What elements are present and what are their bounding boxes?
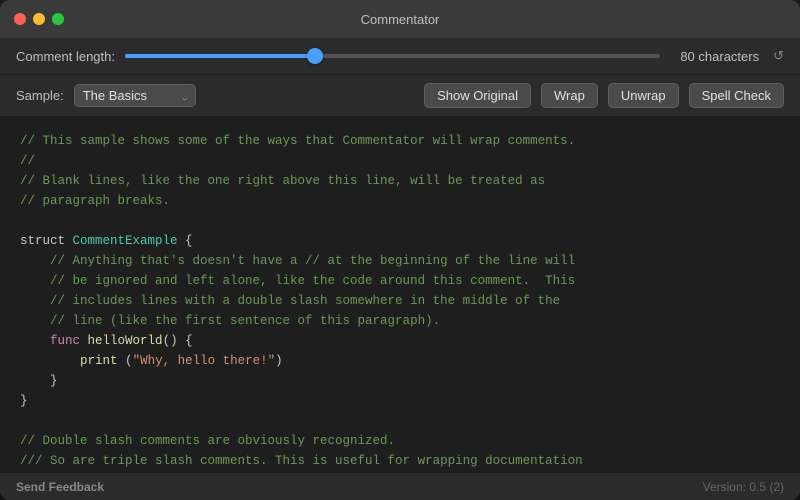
code-area: // This sample shows some of the ways th… bbox=[0, 117, 800, 472]
sample-select-wrapper: The Basics Documentation Edge Cases bbox=[74, 84, 196, 107]
char-count-label: 80 characters bbox=[680, 49, 759, 64]
comment-length-label: Comment length: bbox=[16, 49, 115, 64]
wrap-button[interactable]: Wrap bbox=[541, 83, 598, 108]
slider-container bbox=[125, 54, 660, 58]
send-feedback-button[interactable]: Send Feedback bbox=[16, 480, 104, 494]
code-content[interactable]: // This sample shows some of the ways th… bbox=[0, 117, 800, 472]
main-window: Commentator Comment length: 80 character… bbox=[0, 0, 800, 500]
unwrap-button[interactable]: Unwrap bbox=[608, 83, 679, 108]
comment-length-slider[interactable] bbox=[125, 54, 660, 58]
minimize-button[interactable] bbox=[33, 13, 45, 25]
window-title: Commentator bbox=[361, 12, 440, 27]
show-original-button[interactable]: Show Original bbox=[424, 83, 531, 108]
sample-select[interactable]: The Basics Documentation Edge Cases bbox=[74, 84, 196, 107]
refresh-icon[interactable]: ↺ bbox=[773, 48, 784, 64]
sample-toolbar: Sample: The Basics Documentation Edge Ca… bbox=[0, 75, 800, 117]
traffic-lights bbox=[14, 13, 64, 25]
version-label: Version: 0.5 (2) bbox=[703, 480, 784, 494]
sample-label: Sample: bbox=[16, 88, 64, 103]
comment-length-toolbar: Comment length: 80 characters ↺ bbox=[0, 38, 800, 75]
close-button[interactable] bbox=[14, 13, 26, 25]
statusbar: Send Feedback Version: 0.5 (2) bbox=[0, 472, 800, 500]
spell-check-button[interactable]: Spell Check bbox=[689, 83, 784, 108]
maximize-button[interactable] bbox=[52, 13, 64, 25]
titlebar: Commentator bbox=[0, 0, 800, 38]
